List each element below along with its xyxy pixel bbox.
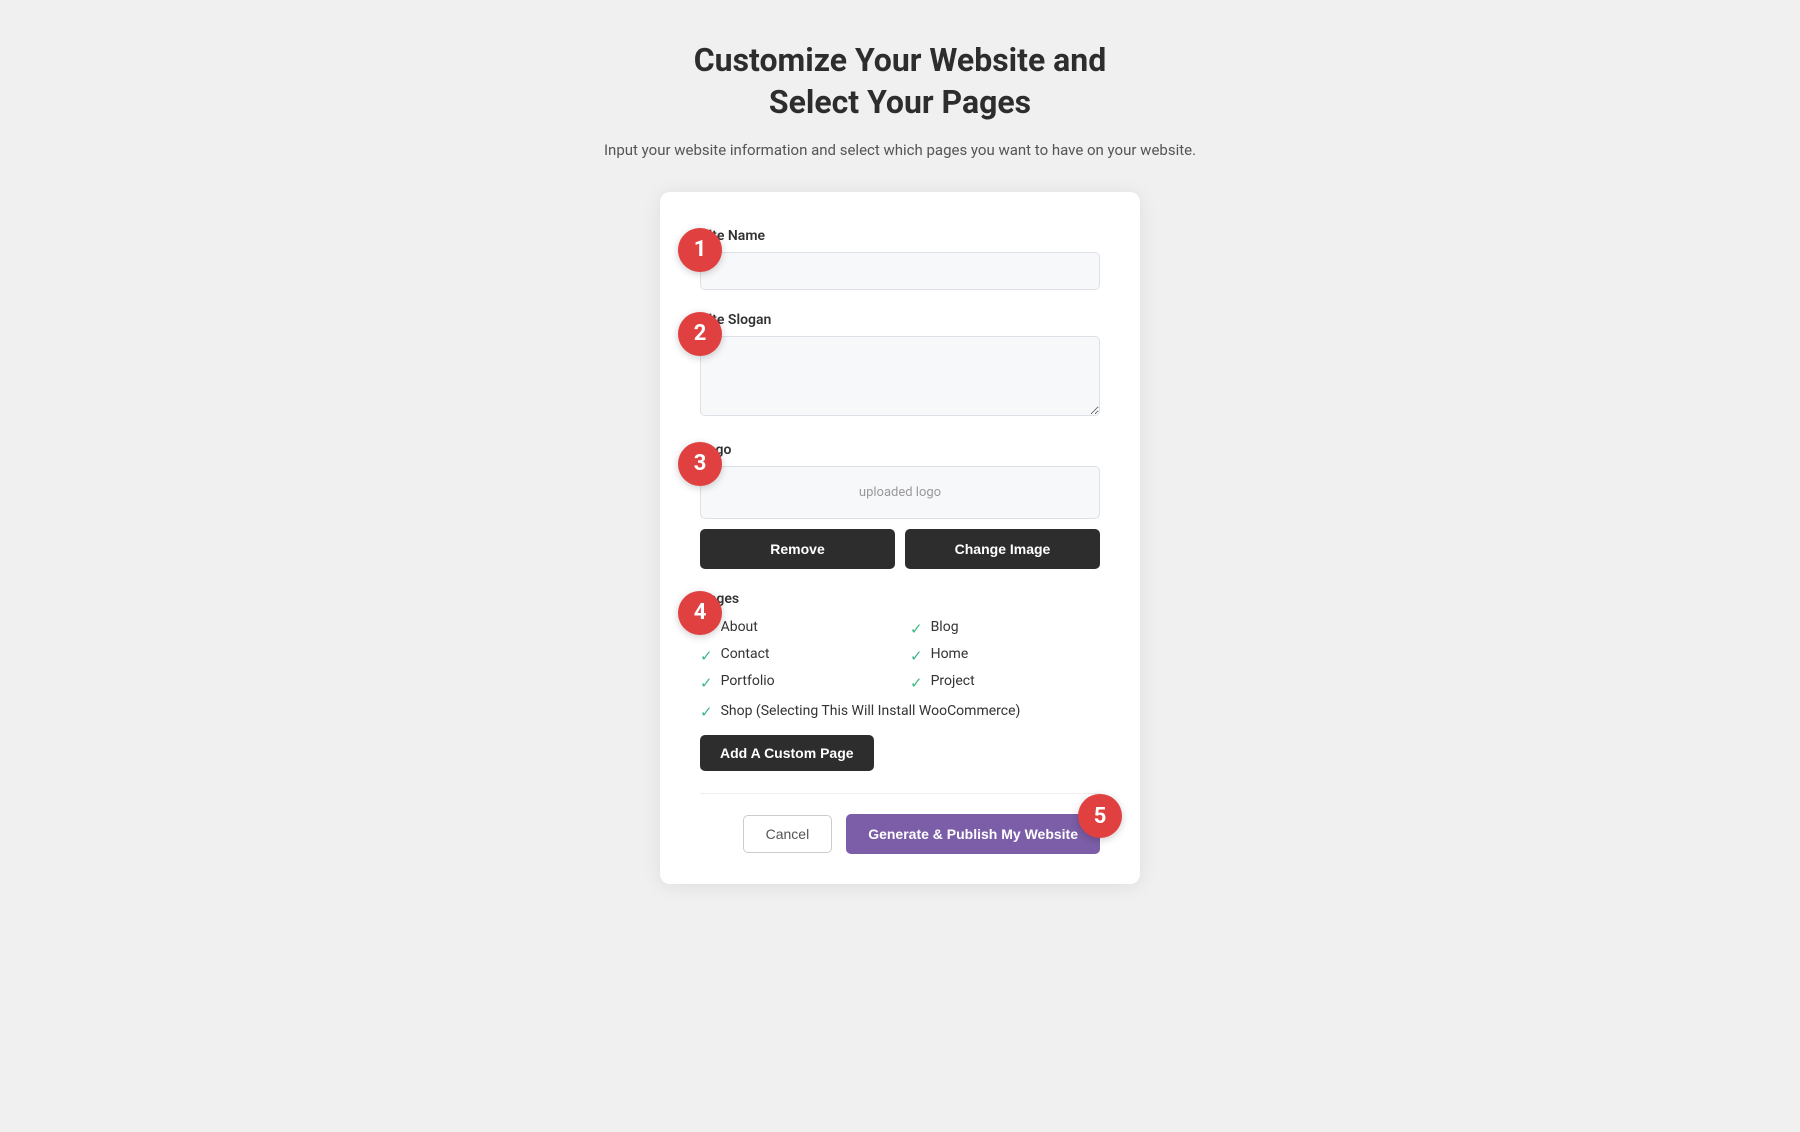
change-image-button[interactable]: Change Image xyxy=(905,529,1100,569)
logo-label: Logo xyxy=(700,442,1100,458)
list-item: ✓ Blog xyxy=(910,619,1100,638)
form-card: 1 Site Name 2 Site Slogan 3 Logo uploade… xyxy=(660,192,1140,885)
publish-button[interactable]: Generate & Publish My Website xyxy=(846,814,1100,854)
list-item: ✓ Project xyxy=(910,673,1100,692)
page-header: Customize Your Website and Select Your P… xyxy=(604,40,1196,162)
page-name: Contact xyxy=(721,646,770,662)
list-item: ✓ About xyxy=(700,619,890,638)
site-name-input[interactable] xyxy=(700,252,1100,290)
logo-preview: uploaded logo xyxy=(700,466,1100,519)
site-slogan-section: 2 Site Slogan xyxy=(700,312,1100,420)
step-1-badge: 1 xyxy=(678,228,722,272)
logo-buttons: Remove Change Image xyxy=(700,529,1100,569)
step-2-badge: 2 xyxy=(678,312,722,356)
shop-page-label: Shop (Selecting This Will Install WooCom… xyxy=(721,702,1021,722)
pages-section: 4 Pages ✓ About ✓ Blog ✓ Contact xyxy=(700,591,1100,772)
site-name-label: Site Name xyxy=(700,228,1100,244)
remove-button[interactable]: Remove xyxy=(700,529,895,569)
site-slogan-input[interactable] xyxy=(700,336,1100,416)
add-custom-page-button[interactable]: Add A Custom Page xyxy=(700,735,874,771)
check-icon: ✓ xyxy=(910,674,923,692)
site-slogan-label: Site Slogan xyxy=(700,312,1100,328)
list-item: ✓ Portfolio xyxy=(700,673,890,692)
step-3-badge: 3 xyxy=(678,442,722,486)
card-footer: Cancel Generate & Publish My Website 5 xyxy=(700,793,1100,854)
list-item: ✓ Home xyxy=(910,646,1100,665)
page-name: Blog xyxy=(931,619,959,635)
page-subtitle: Input your website information and selec… xyxy=(604,139,1196,162)
cancel-button[interactable]: Cancel xyxy=(743,815,833,853)
list-item: ✓ Contact xyxy=(700,646,890,665)
shop-row: ✓ Shop (Selecting This Will Install WooC… xyxy=(700,702,1100,722)
site-name-section: 1 Site Name xyxy=(700,228,1100,290)
page-name: About xyxy=(721,619,758,635)
page-name: Home xyxy=(931,646,969,662)
logo-section: 3 Logo uploaded logo Remove Change Image xyxy=(700,442,1100,569)
pages-label: Pages xyxy=(700,591,1100,607)
logo-placeholder-text: uploaded logo xyxy=(859,485,941,500)
check-icon: ✓ xyxy=(910,647,923,665)
check-icon: ✓ xyxy=(700,647,713,665)
check-icon: ✓ xyxy=(910,620,923,638)
step-5-badge: 5 xyxy=(1078,794,1122,838)
page-name: Project xyxy=(931,673,975,689)
page-title: Customize Your Website and Select Your P… xyxy=(604,40,1196,123)
form-card-wrapper: 1 Site Name 2 Site Slogan 3 Logo uploade… xyxy=(660,192,1140,885)
pages-grid: ✓ About ✓ Blog ✓ Contact ✓ Home xyxy=(700,619,1100,692)
check-icon: ✓ xyxy=(700,703,713,721)
step-4-badge: 4 xyxy=(678,591,722,635)
page-name: Portfolio xyxy=(721,673,775,689)
check-icon: ✓ xyxy=(700,674,713,692)
